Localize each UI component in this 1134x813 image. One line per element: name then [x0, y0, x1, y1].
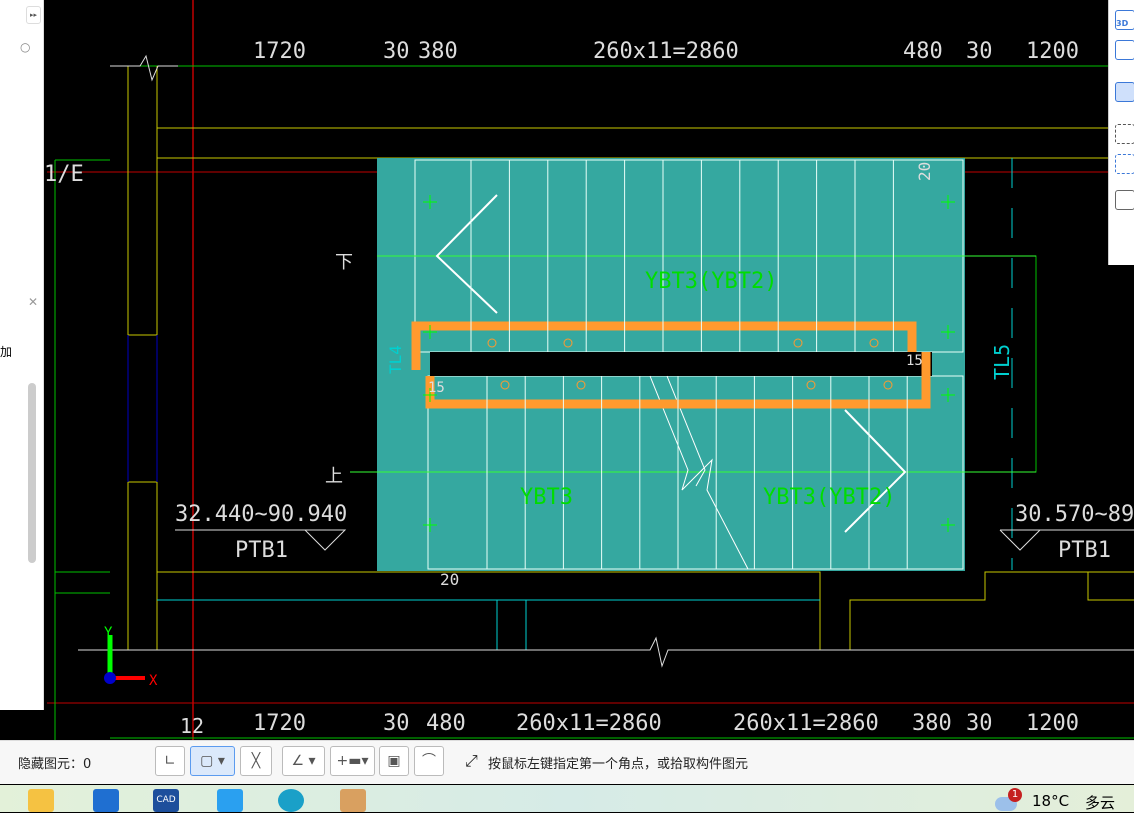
- dashed-select-button[interactable]: [1115, 124, 1134, 144]
- hidden-count-label: 隐藏图元：0: [18, 757, 92, 772]
- down-label: 下: [335, 252, 353, 273]
- up-label: 上: [325, 466, 343, 487]
- box-outline-button[interactable]: [1115, 40, 1134, 60]
- flight-upper-label: YBT3(YBT2): [645, 269, 777, 294]
- weather-temp[interactable]: 18°C: [1032, 792, 1069, 810]
- dim-bottom-2: 30: [383, 711, 410, 736]
- dim-top-7: 1200: [1026, 39, 1079, 64]
- list-settings-button[interactable]: [1115, 190, 1134, 210]
- rooster-icon[interactable]: [340, 789, 366, 812]
- dim-bottom-5: 260x11=2860: [733, 711, 879, 736]
- label-15-right: 15: [906, 353, 923, 369]
- box-filled-button[interactable]: [1115, 82, 1134, 102]
- cross-button[interactable]: ╳: [240, 746, 272, 776]
- hint-text: 按鼠标左键指定第一个角点，或拾取构件图元: [488, 757, 749, 772]
- flight-lower-right-label: YBT3(YBT2): [763, 485, 895, 510]
- dim-top-5: 480: [903, 39, 943, 64]
- cad-label: CAD: [156, 795, 176, 805]
- dim-top-1: 1720: [253, 39, 306, 64]
- taskbar: CAD 1 18°C 多云: [0, 785, 1134, 812]
- dim-bottom-6: 380: [912, 711, 952, 736]
- expand-panel-button[interactable]: ▸▸: [26, 6, 41, 24]
- landing-left-elevation: 32.440~90.940: [175, 502, 347, 527]
- dim-bottom-7: 30: [966, 711, 993, 736]
- file-explorer-icon[interactable]: [28, 789, 54, 812]
- 3d-view-button[interactable]: 3D: [1115, 10, 1134, 30]
- scrollbar[interactable]: [28, 383, 36, 563]
- edge-icon[interactable]: [278, 789, 304, 812]
- axis-label-bottom: 12: [180, 714, 204, 738]
- column-header: 加: [0, 345, 13, 359]
- dim-top-4: 260x11=2860: [593, 39, 739, 64]
- dim-bottom-4: 260x11=2860: [516, 711, 662, 736]
- landing-left-name: PTB1: [235, 538, 288, 563]
- right-toolbar: 3D: [1108, 0, 1134, 265]
- dashed-cube-button[interactable]: [1115, 154, 1134, 174]
- beam-tl5-label: TL5: [990, 344, 1014, 380]
- cad-icon[interactable]: CAD: [153, 789, 179, 812]
- cad-canvas[interactable]: 1720 30 380 260x11=2860 480 30 1200 1720…: [0, 0, 1134, 740]
- search-icon[interactable]: ○: [20, 40, 30, 54]
- close-icon[interactable]: ✕: [28, 295, 38, 309]
- flight-lower-left-label: YBT3: [520, 485, 573, 510]
- dim-bottom-8: 1200: [1026, 711, 1079, 736]
- label-15-left: 15: [428, 380, 445, 396]
- left-panel-top: ▸▸ ○: [0, 0, 44, 293]
- dim-bottom-1: 1720: [253, 711, 306, 736]
- label-20-top: 20: [915, 162, 934, 181]
- dim-top-2: 30: [383, 39, 410, 64]
- left-panel-properties: ✕ 加: [0, 293, 44, 710]
- orthogonal-button[interactable]: ∟: [155, 746, 185, 776]
- landing-right-elevation: 30.570~89.000: [1015, 502, 1134, 527]
- ucs-icon: Y X: [104, 625, 158, 689]
- arc-button[interactable]: ⌒: [414, 746, 444, 776]
- rect-select-button[interactable]: ▢ ▾: [190, 746, 235, 776]
- t-app-icon[interactable]: [217, 789, 243, 812]
- mail-icon[interactable]: [93, 789, 119, 812]
- angle-button[interactable]: ∠ ▾: [282, 746, 325, 776]
- dimension-button[interactable]: +▬▾: [330, 746, 375, 776]
- drawing-lines: [47, 0, 1134, 740]
- resize-icon: ⤢: [465, 751, 478, 770]
- label-20-bottom: 20: [440, 570, 459, 589]
- axis-label-top: 1/E: [44, 162, 84, 187]
- ucs-y-label: Y: [104, 625, 113, 641]
- ucs-x-label: X: [149, 673, 158, 689]
- weather-desc[interactable]: 多云: [1085, 792, 1115, 813]
- copy-button[interactable]: ▣: [379, 746, 409, 776]
- beam-tl4-label: TL4: [386, 345, 405, 374]
- landing-right-name: PTB1: [1058, 538, 1111, 563]
- notification-badge: 1: [1008, 788, 1022, 802]
- dim-bottom-3: 480: [426, 711, 466, 736]
- dim-top-3: 380: [418, 39, 458, 64]
- status-bar: 隐藏图元：0 ∟ ▢ ▾ ╳ ∠ ▾ +▬▾ ▣ ⌒ ⤢ 按鼠标左键指定第一个角…: [0, 740, 1134, 784]
- dim-top-6: 30: [966, 39, 993, 64]
